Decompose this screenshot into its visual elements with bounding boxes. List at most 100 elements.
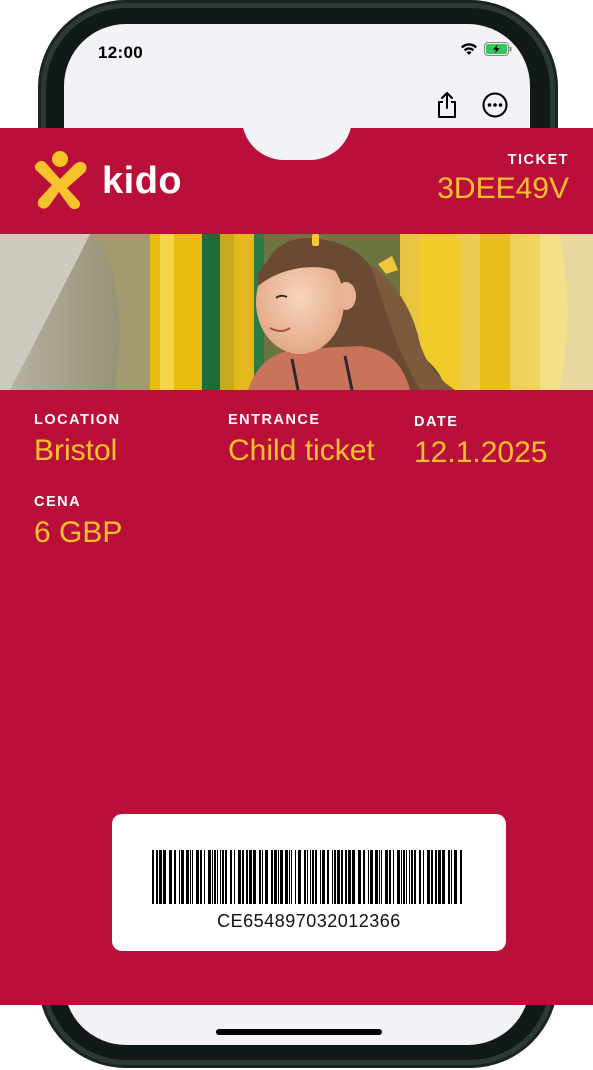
barcode-bar [152,850,154,904]
barcode-bar [406,850,407,904]
barcode-bar [322,850,325,904]
barcode-bar [451,850,452,904]
barcode-bar [262,850,263,904]
entrance-field: ENTRANCE Child ticket [228,412,375,468]
barcode-bar [274,850,277,904]
barcode-bar [291,850,292,904]
barcode-bar [238,850,241,904]
barcode-bar [307,850,308,904]
barcode-bar [315,850,317,904]
barcode-bar [435,850,437,904]
barcode-panel[interactable]: CE654897032012366 [112,814,506,951]
barcode-bar [320,850,321,904]
entrance-label: ENTRANCE [228,412,321,428]
barcode-bar [375,850,378,904]
barcode-bar [332,850,333,904]
date-field: DATE 12.1.2025 [414,414,547,470]
ticket-code: 3DEE49V [437,172,569,205]
barcode-bar [304,850,306,904]
barcode-bar [222,850,224,904]
barcode-bar [289,850,290,904]
barcode-bar [397,850,400,904]
barcode-bar [246,850,248,904]
date-value: 12.1.2025 [414,436,548,469]
status-time: 12:00 [98,43,143,62]
barcode-bar [379,850,380,904]
ticket-notch [242,76,352,160]
nav-actions [432,90,510,120]
ticket-card[interactable]: kido TICKET 3DEE49V LOCATION Bristol ENT… [0,76,593,1005]
barcode-bar [280,850,283,904]
status-bar: 12:00 [64,24,530,84]
home-indicator[interactable] [216,1029,382,1035]
barcode-bar [225,850,227,904]
barcode-number: CE654897032012366 [217,911,401,931]
barcode-bar [285,850,288,904]
barcode-bar [442,850,445,904]
ticket-label: TICKET [507,152,569,168]
status-icons [460,42,512,61]
barcode-bar [409,850,410,904]
barcode-bar [454,850,457,904]
barcode-bar [242,850,244,904]
share-icon[interactable] [432,90,462,120]
barcode-bar [403,850,405,904]
barcode-bar [368,850,369,904]
barcode-bar [208,850,211,904]
barcode-bar [352,850,355,904]
price-field: CENA 6 GBP [34,494,122,550]
price-label: CENA [34,494,82,510]
barcode-bar [249,850,252,904]
entrance-value: Child ticket [228,434,375,467]
location-label: LOCATION [34,412,121,428]
barcode-bar [431,850,433,904]
barcode-bar [220,850,221,904]
hero-photo [0,234,593,390]
barcode-bar [214,850,216,904]
barcode-bar [358,850,361,904]
barcode-bar [259,850,261,904]
location-value: Bristol [34,434,118,467]
barcode-bar [389,850,391,904]
price-value: 6 GBP [34,516,123,549]
barcode-bar [217,850,218,904]
barcode-bar [212,850,213,904]
barcode-bar [341,850,343,904]
barcode-bar [310,850,311,904]
barcode [152,850,462,904]
barcode-bar [370,850,373,904]
barcode-bar [423,850,424,904]
barcode-bar [181,850,184,904]
barcode-bar [334,850,336,904]
location-field: LOCATION Bristol [34,412,121,468]
barcode-bar [253,850,256,904]
barcode-bar [159,850,162,904]
barcode-bar [337,850,340,904]
barcode-bar [174,850,176,904]
barcode-bar [363,850,365,904]
barcode-bar [265,850,268,904]
barcode-bar [438,850,441,904]
barcode-bar [345,850,347,904]
barcode-bar [393,850,394,904]
barcode-bar [448,850,450,904]
barcode-bar [179,850,180,904]
barcode-bar [234,850,235,904]
barcode-bar [169,850,172,904]
barcode-bar [230,850,232,904]
barcode-bar [348,850,351,904]
barcode-bar [156,850,158,904]
barcode-bar [204,850,205,904]
barcode-bar [327,850,329,904]
barcode-bar [298,850,301,904]
brand-name: kido [102,160,183,202]
more-options-icon[interactable] [480,90,510,120]
barcode-bar [401,850,402,904]
barcode-bar [414,850,416,904]
barcode-bar [278,850,279,904]
date-label: DATE [414,414,459,430]
barcode-bar [381,850,382,904]
barcode-bar [411,850,413,904]
wifi-icon [460,42,478,61]
barcode-bar [419,850,421,904]
